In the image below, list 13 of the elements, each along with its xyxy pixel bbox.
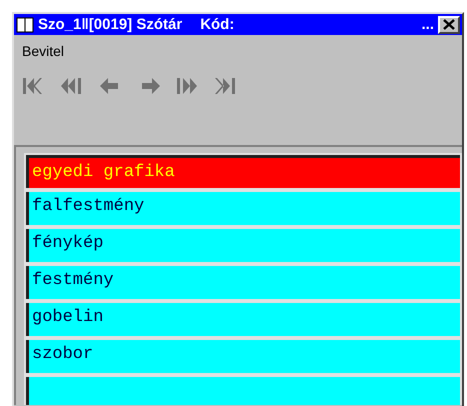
window-title: Szo_1ǁ[0019] Szótár xyxy=(38,16,182,33)
menu-item[interactable]: Bevitel xyxy=(22,43,64,59)
code-label: Kód: xyxy=(200,16,234,33)
code-value: ... xyxy=(421,16,434,33)
book-icon xyxy=(16,16,34,32)
list-item[interactable]: gobelin xyxy=(26,303,460,336)
close-icon xyxy=(443,19,455,30)
list-item[interactable]: szobor xyxy=(26,340,460,373)
list-item[interactable]: festmény xyxy=(26,266,460,299)
list-item[interactable]: falfestmény xyxy=(26,192,460,225)
close-button[interactable] xyxy=(438,16,460,34)
list-item[interactable]: fénykép xyxy=(26,229,460,262)
list-item[interactable]: egyedi grafika xyxy=(26,155,460,188)
